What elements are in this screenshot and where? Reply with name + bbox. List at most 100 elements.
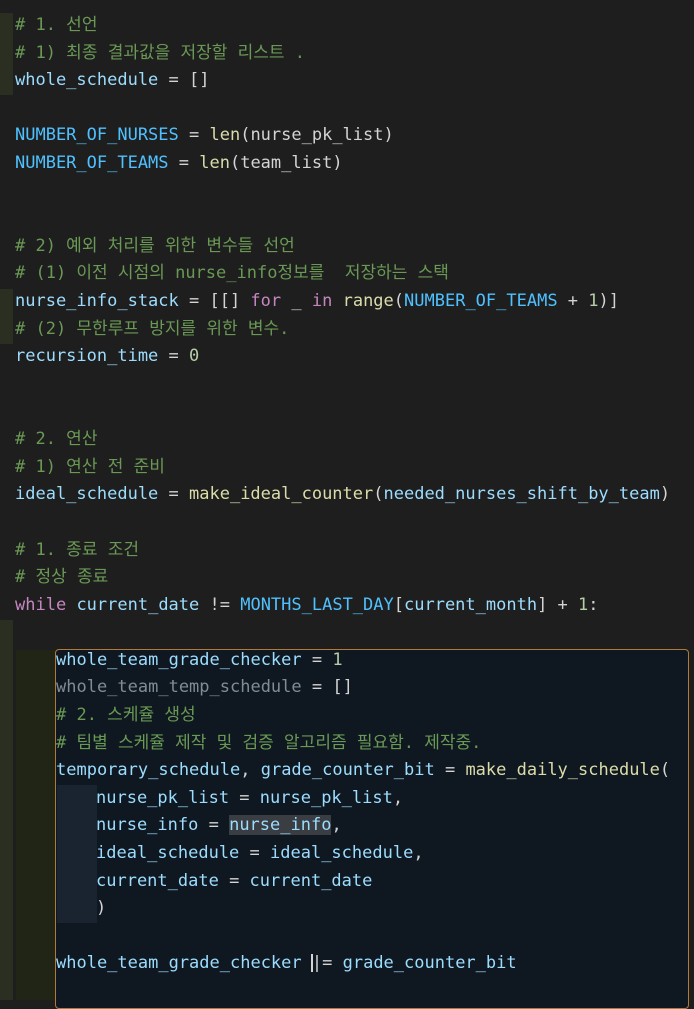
operator: [ (393, 595, 404, 615)
gutter-change-marker (0, 13, 13, 95)
variable: nurse_pk_list (259, 788, 393, 808)
variable: whole_schedule (15, 70, 159, 90)
operator: ( (393, 291, 405, 311)
operator: : (588, 595, 599, 615)
code-line: recursion_time = 0 (15, 343, 199, 370)
variable: recursion_time (15, 346, 159, 366)
operator: ] + (537, 595, 579, 615)
variable: nurse_info_stack (15, 291, 179, 311)
operator: = (178, 125, 210, 145)
code-comment: # 1) 연산 전 준비 (15, 457, 165, 477)
variable: ideal_schedule (15, 484, 159, 504)
parameter: ideal_schedule (96, 843, 240, 863)
keyword: for (250, 291, 282, 311)
variable: whole_team_temp_schedule (56, 677, 302, 697)
number: 1 (332, 650, 343, 670)
variable: grade_counter_bit (342, 953, 517, 973)
code-line: whole_team_grade_checker = 1 (56, 647, 343, 674)
parameter: nurse_info (96, 815, 199, 835)
operator: )] (598, 291, 620, 311)
keyword: while (15, 595, 67, 615)
operator: = (301, 650, 333, 670)
operator: ( (659, 760, 671, 780)
code-line: temporary_schedule, grade_counter_bit = … (56, 757, 670, 784)
variable: ideal_schedule (270, 843, 414, 863)
number: 1 (578, 595, 589, 615)
operator: = [] (301, 677, 353, 697)
code-line: ideal_schedule = make_ideal_counter(need… (15, 481, 670, 508)
code-comment: # 1) 최종 결과값을 저장할 리스트 . (15, 43, 306, 63)
constant: MONTHS_LAST_DAY (240, 595, 394, 615)
argument: (team_list) (229, 153, 343, 173)
code-comment: # 2) 예외 처리를 위한 변수들 선언 (15, 236, 295, 256)
operator: , (331, 815, 342, 835)
variable: needed_nurses_shift_by_team (383, 484, 660, 504)
code-comment: # 1. 종료 조건 (15, 540, 139, 560)
function-name: len (209, 125, 241, 145)
operator: ( (373, 484, 384, 504)
operator: != (199, 595, 241, 615)
function-name: range (342, 291, 394, 311)
variable: grade_counter_bit (260, 760, 435, 780)
code-comment: # (2) 무한루프 방지를 위한 변수. (15, 319, 290, 339)
operator: = [[] (178, 291, 251, 311)
code-comment: # 2. 연산 (15, 429, 98, 449)
operator: = [] (158, 70, 210, 90)
code-line: whole_schedule = [] (15, 67, 209, 94)
code-line: ) (96, 898, 107, 918)
operator: ) (659, 484, 671, 504)
operator: = (434, 760, 466, 780)
variable: whole_team_grade_checker (56, 953, 302, 973)
code-line: while current_date != MONTHS_LAST_DAY[cu… (15, 592, 599, 619)
code-comment: # (1) 이전 시점의 nurse_info정보를 저장하는 스택 (15, 263, 449, 283)
operator: , (413, 843, 424, 863)
gutter-change-marker (0, 289, 13, 344)
argument: (nurse_pk_list) (240, 125, 394, 145)
constant: NUMBER_OF_TEAMS (404, 291, 558, 311)
code-comment: # 정상 종료 (15, 567, 109, 587)
operator: , (392, 788, 404, 808)
editor-gutter (0, 0, 13, 1000)
number: 1 (588, 291, 599, 311)
operator: = (158, 346, 190, 366)
function-name: make_ideal_counter (189, 484, 374, 504)
parameter: nurse_pk_list (96, 788, 230, 808)
variable: current_month (404, 595, 538, 615)
code-comment: # 1. 선언 (15, 15, 98, 35)
variable: whole_team_grade_checker (56, 650, 302, 670)
operator (66, 595, 76, 615)
code-line: nurse_pk_list = nurse_pk_list, (96, 785, 403, 812)
indent-guide-block (57, 785, 97, 923)
operator: |= (311, 953, 343, 973)
code-line: ideal_schedule = ideal_schedule, (96, 840, 424, 867)
highlighted-variable: nurse_info (229, 815, 332, 835)
variable: temporary_schedule (56, 760, 241, 780)
operator: + (557, 291, 589, 311)
operator: = (198, 815, 230, 835)
constant: NUMBER_OF_TEAMS (15, 153, 169, 173)
code-line: NUMBER_OF_TEAMS = len(team_list) (15, 150, 343, 177)
operator (332, 291, 342, 311)
code-comment: # 팀별 스케쥴 제작 및 검증 알고리즘 필요함. 제작중. (56, 733, 482, 753)
code-line: whole_team_temp_schedule = [] (56, 674, 353, 701)
operator: = (229, 788, 260, 808)
indent-guide-block (16, 650, 55, 1000)
function-name: len (199, 153, 230, 173)
gutter-change-marker (0, 620, 13, 1000)
variable: current_date (76, 595, 200, 615)
code-line: whole_team_grade_checker |= grade_counte… (56, 950, 517, 977)
code-comment: # 2. 스케쥴 생성 (56, 705, 196, 725)
code-line: nurse_info = nurse_info, (96, 812, 342, 839)
parameter: current_date (96, 871, 219, 891)
operator: _ (281, 291, 312, 311)
constant: NUMBER_OF_NURSES (15, 125, 179, 145)
code-line: NUMBER_OF_NURSES = len(nurse_pk_list) (15, 122, 394, 149)
number: 0 (189, 346, 200, 366)
operator: = (158, 484, 190, 504)
variable: current_date (249, 871, 373, 891)
keyword: in (311, 291, 333, 311)
function-name: make_daily_schedule (465, 760, 660, 780)
code-line: current_date = current_date (96, 868, 372, 895)
code-line: nurse_info_stack = [[] for _ in range(NU… (15, 288, 619, 315)
operator: = (218, 871, 250, 891)
